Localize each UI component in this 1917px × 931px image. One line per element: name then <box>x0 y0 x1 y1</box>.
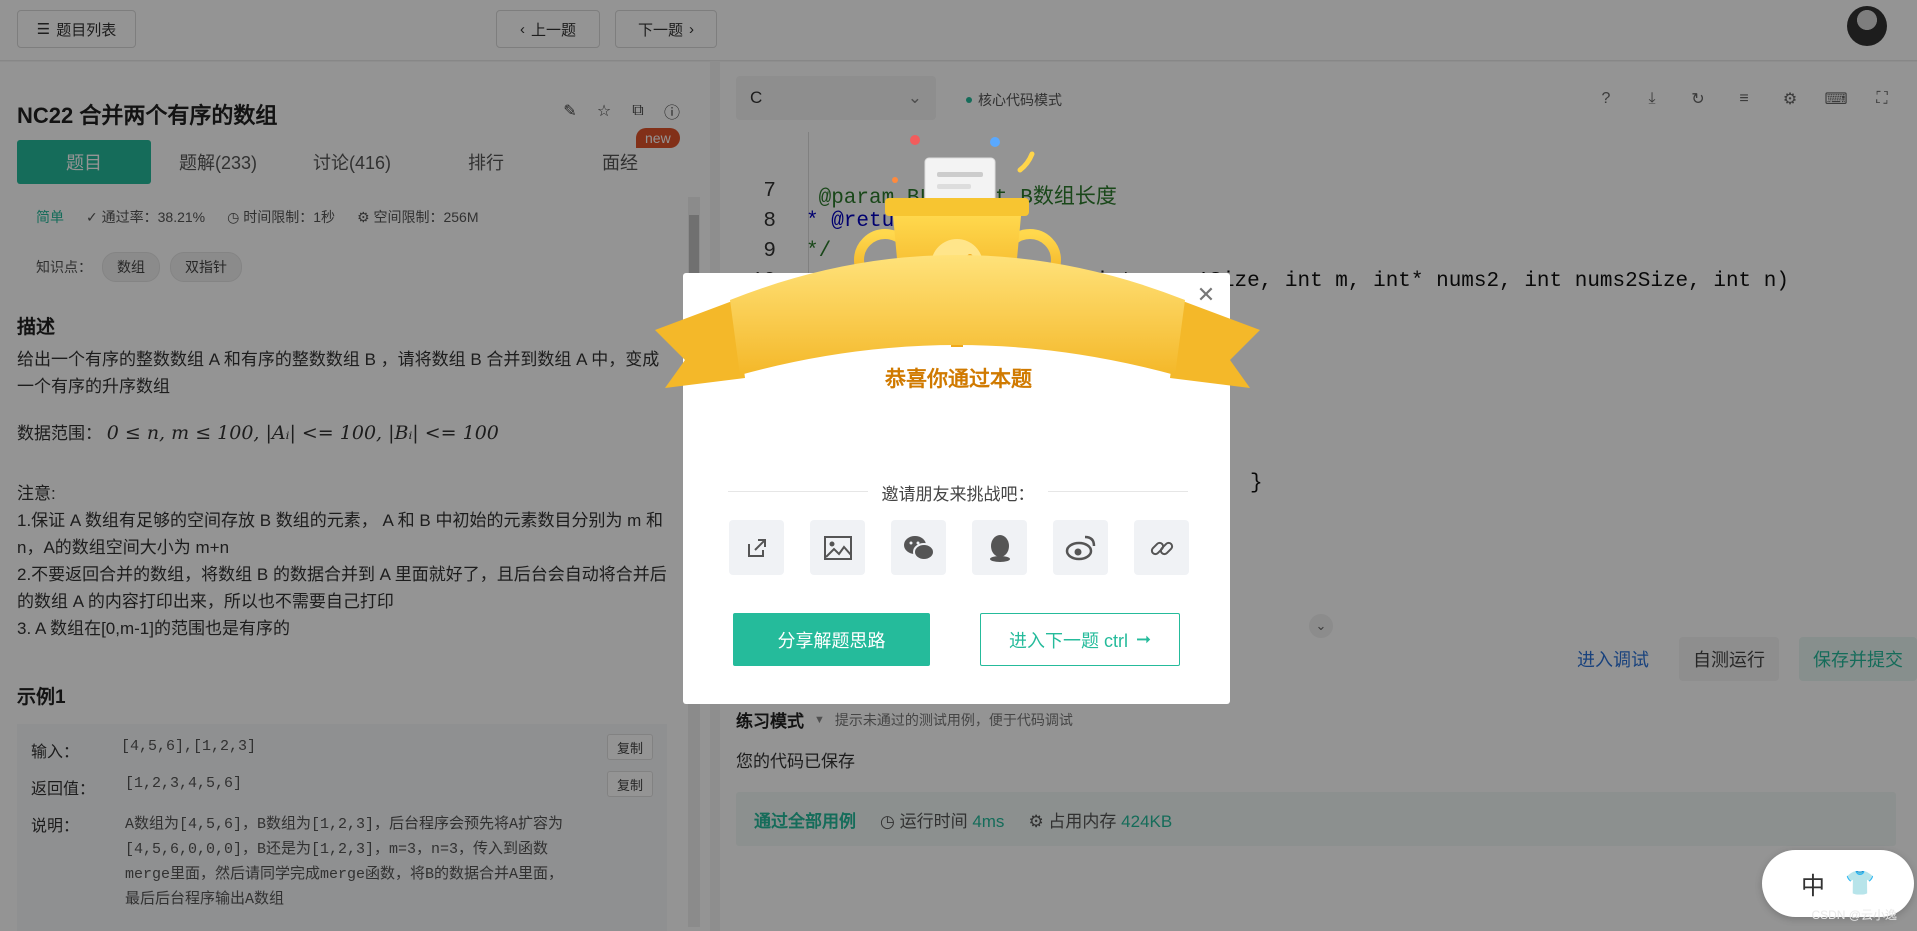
confetti <box>892 177 898 183</box>
confetti <box>1017 151 1035 173</box>
congrats-title: 恭喜你通过本题 <box>885 368 1032 391</box>
watermark: CSDN @云小逸 <box>1811 908 1897 922</box>
trophy-banner-art <box>655 135 1260 388</box>
qq-icon[interactable] <box>972 520 1027 575</box>
invite-text: 邀请朋友来挑战吧： <box>881 485 1035 504</box>
image-icon[interactable] <box>810 520 865 575</box>
ime-chinese-button[interactable]: 中 <box>1801 866 1825 901</box>
shirt-icon[interactable]: 👕 <box>1845 869 1875 898</box>
close-icon[interactable]: ✕ <box>1195 282 1217 307</box>
confetti <box>910 135 920 145</box>
confetti <box>990 137 1000 147</box>
share-icon[interactable] <box>729 520 784 575</box>
wechat-icon[interactable] <box>891 520 946 575</box>
ribbon-banner <box>730 255 1185 375</box>
invite-row: 邀请朋友来挑战吧： <box>728 480 1188 504</box>
link-icon[interactable] <box>1134 520 1189 575</box>
weibo-icon[interactable] <box>1053 520 1108 575</box>
share-icons <box>729 520 1189 575</box>
share-solution-button[interactable]: 分享解题思路 <box>733 613 930 666</box>
arrow-right-icon: ➞ <box>1135 629 1152 649</box>
next-problem-modal-button[interactable]: 进入下一题 ctrl ➞ <box>980 613 1180 666</box>
